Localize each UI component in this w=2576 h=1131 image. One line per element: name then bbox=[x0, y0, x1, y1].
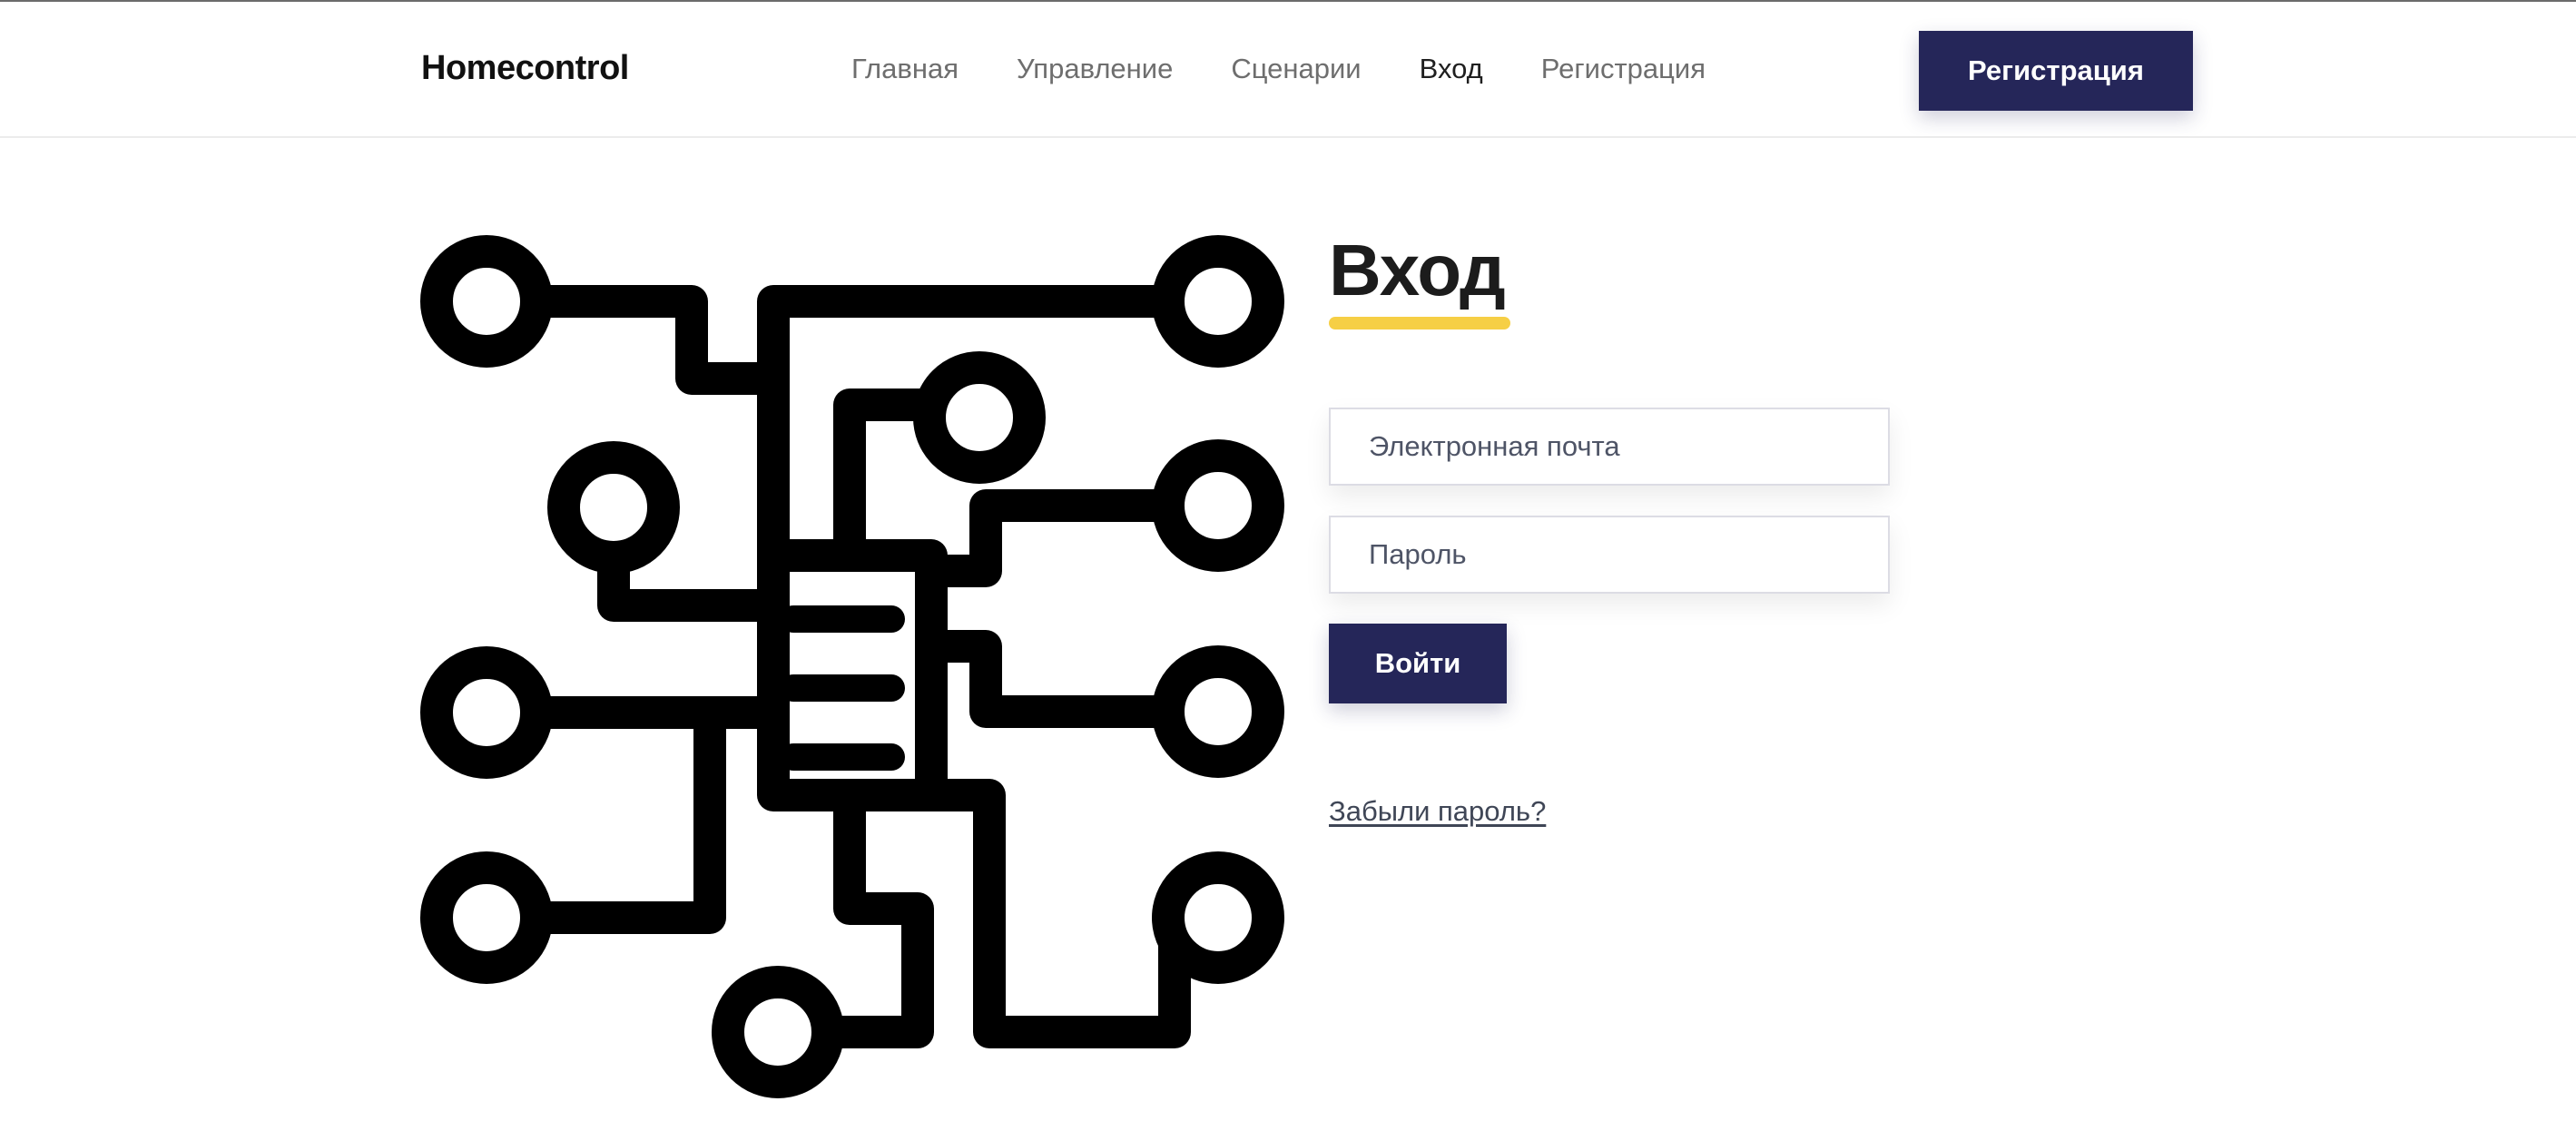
nav-link-login[interactable]: Вход bbox=[1420, 53, 1483, 85]
forgot-password-link[interactable]: Забыли пароль? bbox=[1329, 795, 1546, 828]
main-nav: Главная Управление Сценарии Вход Регистр… bbox=[851, 53, 1764, 85]
nav-link-scenarios[interactable]: Сценарии bbox=[1231, 53, 1361, 85]
title-underline bbox=[1329, 317, 1510, 329]
node-circle bbox=[1152, 851, 1284, 984]
page-title: Вход bbox=[1329, 230, 1506, 310]
circuit-board-icon bbox=[420, 235, 1284, 1098]
nav-link-home[interactable]: Главная bbox=[851, 53, 959, 85]
node-circle bbox=[1152, 645, 1284, 778]
node-circle bbox=[913, 351, 1046, 484]
nav-link-register[interactable]: Регистрация bbox=[1541, 53, 1706, 85]
register-button[interactable]: Регистрация bbox=[1919, 31, 2193, 111]
node-circle bbox=[547, 441, 680, 574]
node-circle bbox=[1152, 235, 1284, 368]
password-field[interactable] bbox=[1329, 516, 1890, 594]
node-circle bbox=[420, 851, 553, 984]
node-circle bbox=[712, 966, 844, 1098]
node-circle bbox=[1152, 439, 1284, 572]
email-field[interactable] bbox=[1329, 408, 1890, 486]
nav-link-control[interactable]: Управление bbox=[1017, 53, 1173, 85]
node-circle bbox=[420, 235, 553, 368]
node-circle bbox=[420, 646, 553, 779]
brand-logo[interactable]: Homecontrol bbox=[421, 49, 629, 88]
login-button[interactable]: Войти bbox=[1329, 624, 1507, 703]
site-header: Homecontrol Главная Управление Сценарии … bbox=[0, 2, 2576, 138]
